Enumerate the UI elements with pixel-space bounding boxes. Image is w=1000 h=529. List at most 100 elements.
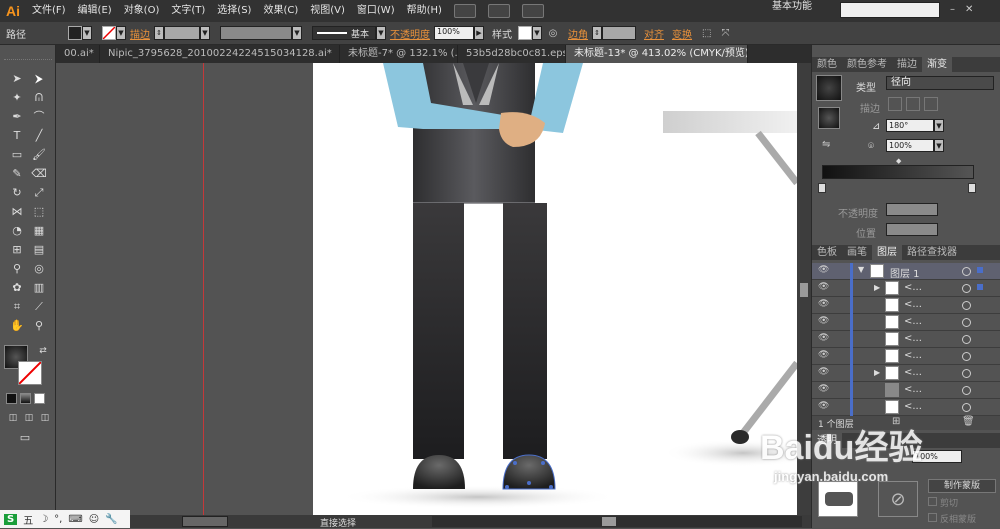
variable-width-field[interactable] [220, 26, 292, 40]
invert-mask-checkbox[interactable] [928, 513, 937, 522]
stroke-weight-stepper[interactable]: ⇕ [154, 26, 164, 40]
tab-layers[interactable]: 图层 [872, 245, 902, 260]
menu-edit[interactable]: 编辑(E) [72, 0, 118, 22]
user-icon[interactable]: ☺ [89, 514, 99, 525]
eye-icon[interactable]: 👁 [818, 401, 834, 413]
layer-row[interactable]: 👁 ▶ <... [812, 365, 1000, 382]
menu-select[interactable]: 选择(S) [211, 0, 257, 22]
pen-tool-icon[interactable]: ✒ [8, 109, 26, 125]
scale-tool-icon[interactable]: ⤢ [30, 185, 48, 201]
opacity-dropdown[interactable]: ▶ [474, 26, 484, 40]
target-icon[interactable] [962, 352, 971, 361]
gradient-stop-left[interactable] [818, 183, 826, 193]
keyboard-icon[interactable]: ⌨ [68, 514, 82, 525]
sync-icon[interactable] [521, 4, 544, 18]
eye-icon[interactable]: 👁 [818, 282, 834, 294]
hand-tool-icon[interactable]: ✋ [8, 318, 26, 334]
stroke-along-icon[interactable] [906, 97, 920, 111]
variable-width-dropdown[interactable]: ▼ [292, 26, 302, 40]
eye-icon[interactable]: 👁 [818, 367, 834, 379]
corner-stepper[interactable]: ⇕ [592, 26, 602, 40]
shape-builder-icon[interactable]: ◔ [8, 223, 26, 239]
tab-pathfinder[interactable]: 路径查找器 [902, 245, 962, 260]
isolate-icon[interactable]: ⬚ [702, 28, 711, 39]
stroke-color-box[interactable] [18, 361, 42, 385]
menu-type[interactable]: 文字(T) [165, 0, 211, 22]
scroll-thumb[interactable] [800, 283, 808, 297]
layer-row[interactable]: 👁 <... [812, 348, 1000, 365]
artboard[interactable] [313, 63, 797, 515]
symbol-sprayer-icon[interactable]: ✿ [8, 280, 26, 296]
ime-logo-icon[interactable]: S [4, 513, 18, 525]
transform-label[interactable]: 变换 [672, 26, 692, 41]
arrange-icon[interactable] [487, 4, 510, 18]
aspect-dropdown[interactable]: ▼ [934, 139, 944, 152]
tab-brushes[interactable]: 画笔 [842, 245, 872, 260]
eraser-tool-icon[interactable]: ⌫ [30, 166, 48, 182]
layer-row-main[interactable]: 👁 ▼ 图层 1 [812, 263, 1000, 280]
workspace-switcher[interactable]: 基本功能 [772, 0, 812, 14]
stroke-label[interactable]: 描边 [130, 26, 150, 41]
paintbrush-tool-icon[interactable]: 🖌 [30, 147, 48, 163]
fill-swatch-small[interactable] [818, 107, 840, 129]
rotate-tool-icon[interactable]: ↻ [8, 185, 26, 201]
target-icon[interactable] [962, 267, 971, 276]
layer-row[interactable]: 👁 ▶ <... [812, 280, 1000, 297]
tab-doc-active[interactable]: 未标题-13* @ 413.02% (CMYK/预览) [566, 45, 748, 63]
reverse-gradient-icon[interactable]: ⇋ [822, 139, 830, 150]
gradient-midpoint[interactable]: ◆ [896, 157, 901, 165]
target-icon[interactable] [962, 386, 971, 395]
expand-icon[interactable]: ▶ [874, 368, 880, 377]
menu-file[interactable]: 文件(F) [26, 0, 72, 22]
fill-dropdown[interactable]: ▼ [82, 26, 92, 40]
color-mode-icon[interactable] [6, 393, 17, 404]
menu-view[interactable]: 视图(V) [304, 0, 351, 22]
expand-icon[interactable]: ▼ [858, 265, 864, 274]
tab-doc-2[interactable]: 未标题-7* @ 132.1% (... [340, 45, 458, 63]
magic-wand-icon[interactable]: ✦ [8, 90, 26, 106]
target-icon[interactable] [962, 318, 971, 327]
tab-doc-0[interactable]: 00.ai* [56, 45, 100, 63]
target-icon[interactable] [962, 284, 971, 293]
slice-tool-icon[interactable]: ⟋ [30, 299, 48, 315]
menu-object[interactable]: 对象(O) [118, 0, 166, 22]
gradient-opacity-field[interactable] [886, 203, 938, 216]
gradient-preview-swatch[interactable] [816, 75, 842, 101]
curvature-tool-icon[interactable]: ⌒ [30, 109, 48, 125]
blend-tool-icon[interactable]: ◎ [30, 261, 48, 277]
aspect-field[interactable]: 100% [886, 139, 934, 152]
search-input[interactable] [840, 2, 940, 18]
gradient-stop-right[interactable] [968, 183, 976, 193]
stroke-weight-dropdown[interactable]: ▼ [200, 26, 210, 40]
style-dropdown[interactable]: ▼ [532, 26, 542, 40]
stroke-swatch[interactable] [102, 26, 116, 40]
stroke-across-icon[interactable] [924, 97, 938, 111]
pencil-tool-icon[interactable]: ✎ [8, 166, 26, 182]
minimize-icon[interactable]: – [950, 4, 955, 15]
tab-stroke[interactable]: 描边 [892, 57, 922, 72]
direct-selection-tool-icon[interactable]: ⮞ [30, 71, 48, 87]
align-label[interactable]: 对齐 [644, 26, 664, 41]
delete-layer-icon[interactable]: 🗑 [962, 416, 975, 427]
menu-window[interactable]: 窗口(W) [351, 0, 401, 22]
expand-icon[interactable]: ▶ [874, 283, 880, 292]
wrench-icon[interactable]: 🔧 [105, 514, 117, 525]
close-icon[interactable]: ✕ [965, 4, 973, 15]
style-swatch[interactable] [518, 26, 532, 40]
horizontal-scrollbar[interactable] [432, 516, 802, 527]
target-icon[interactable] [962, 335, 971, 344]
swap-colors-icon[interactable]: ⇄ [34, 343, 52, 359]
gradient-tool-icon[interactable]: ▤ [30, 242, 48, 258]
lasso-tool-icon[interactable]: ᕬ [30, 90, 48, 106]
angle-field[interactable]: 180° [886, 119, 934, 132]
fill-swatch[interactable] [68, 26, 82, 40]
make-mask-button[interactable]: 制作蒙版 [928, 479, 996, 493]
tab-color-guide[interactable]: 颜色参考 [842, 57, 892, 72]
menu-effect[interactable]: 效果(C) [257, 0, 304, 22]
layer-row[interactable]: 👁 <... [812, 297, 1000, 314]
brush-field[interactable]: 基本 [312, 26, 376, 40]
gradient-slider[interactable] [822, 165, 974, 179]
type-tool-icon[interactable]: T [8, 128, 26, 144]
mesh-tool-icon[interactable]: ⊞ [8, 242, 26, 258]
eyedropper-tool-icon[interactable]: ⚲ [8, 261, 26, 277]
